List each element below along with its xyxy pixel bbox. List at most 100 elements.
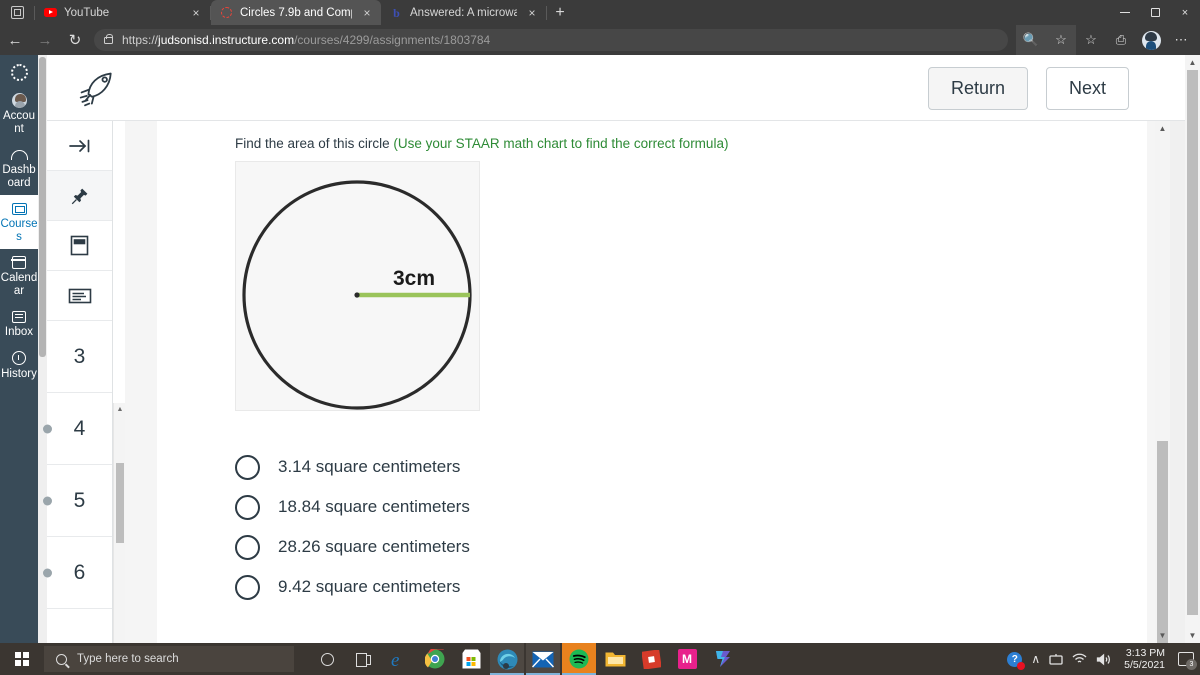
scroll-up-icon[interactable]: ▲ [1185,55,1200,70]
dashboard-icon [10,149,28,160]
circle-figure: 3cm [235,161,480,411]
show-hidden-icons-chevron[interactable]: ∧ [1031,652,1040,666]
sidebar-item-dashboard[interactable]: Dashboard [0,141,38,195]
volume-icon[interactable] [1096,653,1111,666]
scrollbar-thumb[interactable] [1157,441,1168,643]
notifications-icon[interactable]: 3 [1178,652,1197,670]
m-app-icon: M [677,649,697,669]
new-tab-button[interactable]: + [547,0,573,25]
question-content-scrollbar[interactable]: ▲ ▼ [1155,121,1170,643]
taskbar-microsoft-store[interactable] [454,643,488,675]
global-nav-scrollbar[interactable] [38,55,47,643]
maximize-button[interactable] [1140,0,1170,25]
taskbar-flipgrid[interactable] [706,643,740,675]
sidebar-item-label: Calendar [0,272,38,297]
forward-button[interactable]: → [30,25,60,55]
question-rail-scrollbar[interactable]: ▲ ▼ [113,403,125,643]
scrollbar-thumb[interactable] [1187,70,1198,615]
radio-button[interactable] [235,454,260,480]
question-number-label: 4 [73,416,86,440]
alert-badge [1017,661,1026,670]
question-card-icon[interactable] [47,221,112,271]
tab-close-icon[interactable]: × [524,7,540,19]
scrollbar-thumb[interactable] [39,57,46,357]
reload-button[interactable]: ↻ [60,25,90,55]
profile-avatar[interactable] [1136,25,1166,55]
answer-label: 18.84 square centimeters [278,497,470,516]
clock[interactable]: 3:13 PM 5/5/2021 [1120,647,1169,671]
sidebar-item-account[interactable]: Account [0,87,38,141]
taskbar-mail[interactable] [526,643,560,675]
search-icon [56,653,67,665]
more-options-icon[interactable]: ⋯ [1166,25,1196,55]
quiz-header: Return Next [47,55,1187,121]
collapse-panel-icon[interactable] [47,121,112,171]
google-chrome-icon [425,649,445,669]
back-button[interactable]: ← [0,25,30,55]
question-number-4[interactable]: 4 [43,393,112,465]
radio-button[interactable] [235,494,260,520]
scrollbar-thumb[interactable] [116,463,124,543]
scroll-down-icon[interactable]: ▼ [1155,628,1170,643]
url-text: https://judsonisd.instructure.com/course… [122,33,490,47]
favorites-list-icon[interactable]: ☆ [1076,25,1106,55]
search-input[interactable]: Type here to search [44,646,294,672]
rocket-icon [79,72,112,107]
pin-icon[interactable] [47,171,112,221]
cortana-button[interactable] [310,643,344,675]
address-bar[interactable]: https://judsonisd.instructure.com/course… [94,29,1008,51]
windows-logo-icon [15,652,29,666]
window-controls: × [1110,0,1200,25]
next-button[interactable]: Next [1045,67,1129,110]
collections-icon[interactable]: ⎙ [1106,25,1136,55]
question-number-6[interactable]: 6 [43,537,112,609]
answer-option-3[interactable]: 28.26 square centimeters [235,533,1147,561]
courses-icon [11,202,27,215]
scroll-up-icon[interactable]: ▲ [1155,121,1170,136]
url-path: /courses/4299/assignments/1803784 [294,33,491,47]
history-icon [12,351,26,365]
sidebar-item-courses[interactable]: Courses [0,195,38,249]
answer-option-2[interactable]: 18.84 square centimeters [235,493,1147,521]
sidebar-item-calendar[interactable]: Calendar [0,249,38,303]
tab-close-icon[interactable]: × [359,7,375,19]
question-number-5[interactable]: 5 [43,465,112,537]
browser-tab-circles[interactable]: Circles 7.9b and Composite Figur × [211,0,381,25]
taskbar-microsoft-edge[interactable] [490,643,524,675]
radio-button[interactable] [235,534,260,560]
minimize-button[interactable] [1110,0,1140,25]
sidebar-item-inbox[interactable]: Inbox [0,303,38,345]
close-window-button[interactable]: × [1170,0,1200,25]
wifi-icon[interactable] [1072,653,1087,665]
tab-close-icon[interactable]: × [188,7,204,19]
radio-button[interactable] [235,574,260,600]
taskbar-roblox[interactable] [634,643,668,675]
taskbar-m-app[interactable]: M [670,643,704,675]
microsoft-store-icon [462,649,480,669]
answer-option-1[interactable]: 3.14 square centimeters [235,453,1147,481]
canvas-logo[interactable] [0,59,38,87]
question-list-icon[interactable] [47,271,112,321]
task-view-button[interactable] [346,643,380,675]
question-number-3[interactable]: 3 [47,321,112,393]
add-favorite-icon[interactable]: ☆ [1046,25,1076,55]
taskbar-file-explorer[interactable] [598,643,632,675]
page-scrollbar[interactable]: ▲ ▼ [1185,55,1200,643]
taskbar-internet-explorer[interactable]: e [382,643,416,675]
return-button[interactable]: Return [927,67,1028,110]
sidebar-item-history[interactable]: History [0,345,38,387]
zoom-out-icon[interactable]: 🔍 [1016,25,1046,55]
start-button[interactable] [0,643,44,675]
tab-list-button[interactable] [0,0,34,25]
browser-tab-bartleby[interactable]: b Answered: A microwave is priced × [381,0,546,25]
browser-tab-youtube[interactable]: YouTube × [35,0,210,25]
help-icon[interactable]: ? [1007,651,1026,670]
answer-option-4[interactable]: 9.42 square centimeters [235,573,1147,601]
taskbar-google-chrome[interactable] [418,643,452,675]
radius-label: 3cm [393,267,435,290]
taskbar-spotify[interactable] [562,643,596,675]
device-icon[interactable] [1049,653,1063,666]
notification-count-badge: 3 [1186,659,1197,670]
microsoft-edge-icon [497,649,517,669]
scroll-down-icon[interactable]: ▼ [1185,628,1200,643]
